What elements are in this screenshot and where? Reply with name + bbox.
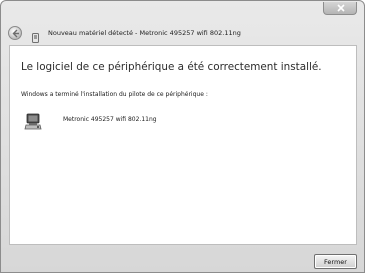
main-heading: Le logiciel de ce périphérique a été cor…	[21, 61, 322, 73]
content-panel: Le logiciel de ce périphérique a été cor…	[9, 45, 357, 245]
close-button[interactable]: Fermer	[314, 254, 357, 269]
window-title: Nouveau matériel détecté - Metronic 4952…	[48, 29, 241, 37]
wizard-window: Nouveau matériel détecté - Metronic 4952…	[0, 0, 365, 273]
footer-bar: Fermer	[1, 245, 364, 272]
device-title-icon	[32, 28, 39, 43]
window-close-button[interactable]	[323, 2, 357, 15]
title-bar: Nouveau matériel détecté - Metronic 4952…	[1, 1, 364, 45]
network-adapter-icon	[24, 112, 42, 132]
device-list-item: Metronic 495257 wifi 802.11ng	[24, 112, 224, 134]
back-button[interactable]	[8, 26, 22, 40]
status-text: Windows a terminé l'installation du pilo…	[21, 91, 208, 98]
device-name: Metronic 495257 wifi 802.11ng	[63, 116, 157, 123]
